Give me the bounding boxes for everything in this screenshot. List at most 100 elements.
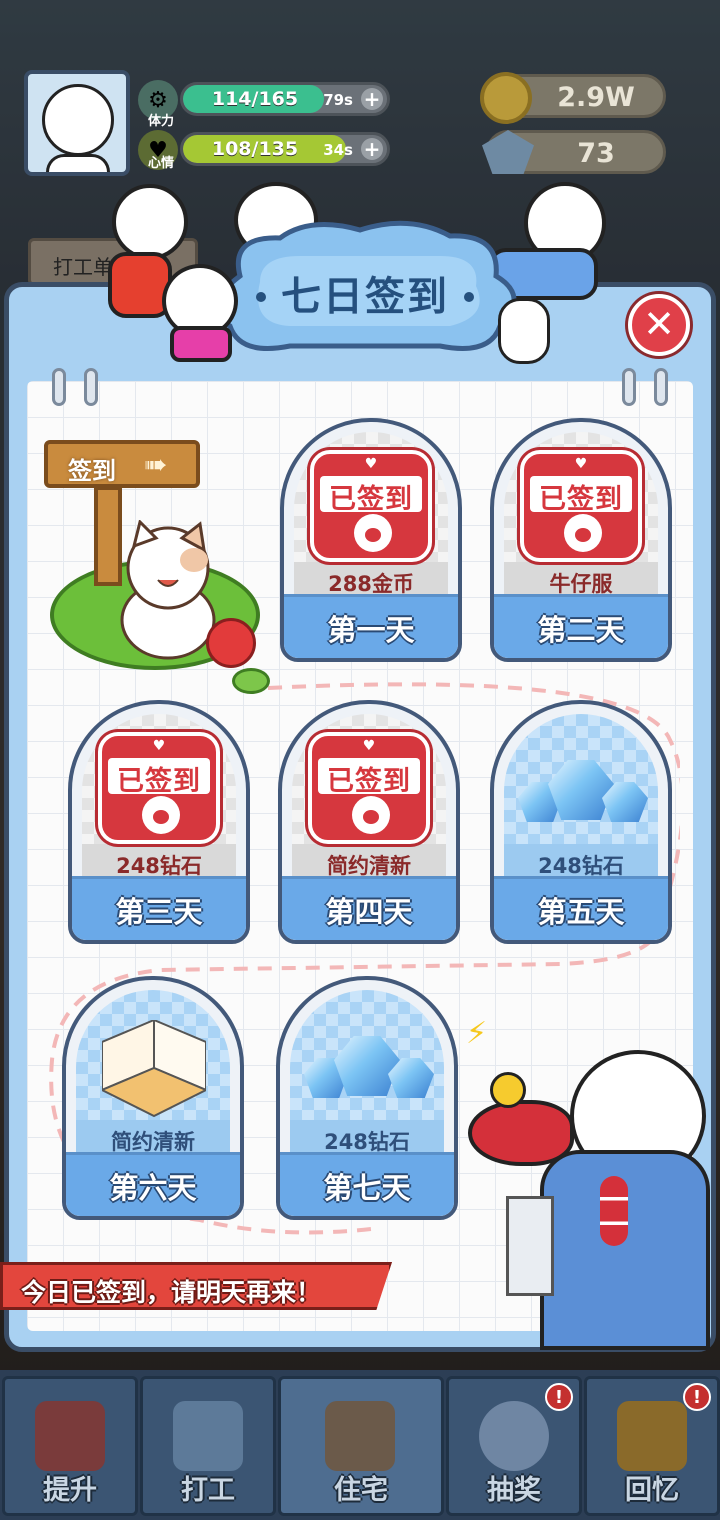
- signed-today-banner: 今日已签到，请明天再来！: [0, 1262, 392, 1310]
- day-card-7[interactable]: 248钻石 第七天: [276, 976, 458, 1220]
- nav-label: 打工: [181, 1475, 235, 1506]
- mood-caption: 心情: [148, 156, 175, 171]
- nav-tab-upgrade[interactable]: 提升: [2, 1376, 138, 1516]
- day-band: 第四天: [282, 876, 456, 940]
- chick-icon: [490, 1072, 526, 1108]
- nav-tab-home[interactable]: 住宅: [278, 1376, 444, 1516]
- stamp-label: 已签到: [329, 484, 413, 515]
- binder-ring: [622, 368, 636, 406]
- arrow-right-icon: ➠: [144, 448, 168, 481]
- signed-stamp-icon: ♥ 已签到: [520, 450, 642, 562]
- stamina-caption: 体力: [148, 114, 175, 129]
- binder-ring: [84, 368, 98, 406]
- room-theme-icon: [102, 1020, 206, 1118]
- nav-label: 回忆: [625, 1475, 679, 1506]
- day-label: 第四天: [325, 895, 413, 929]
- signed-stamp-icon: ♥ 已签到: [310, 450, 432, 562]
- signed-stamp-icon: ♥ 已签到: [308, 732, 430, 844]
- nav-label: 住宅: [334, 1475, 388, 1506]
- day-band: 第五天: [494, 876, 668, 940]
- heart-icon: ♥: [364, 456, 378, 472]
- diamond-icon: [334, 1036, 400, 1096]
- alert-badge: !: [545, 1383, 573, 1411]
- yarn-ball-icon: [206, 618, 256, 668]
- day-band: 第七天: [280, 1152, 454, 1216]
- avatar-face: [42, 84, 114, 156]
- nav-label: 提升: [43, 1475, 97, 1506]
- gem-value: 73: [577, 138, 615, 169]
- cat-sitting-icon: [498, 298, 550, 364]
- avatar-body: [46, 154, 110, 172]
- pink-shirt-body: [170, 326, 232, 362]
- day-band: 第六天: [66, 1152, 240, 1216]
- day-label: 第五天: [537, 895, 625, 929]
- paw-icon: [142, 796, 180, 834]
- paw-icon: [352, 796, 390, 834]
- day-card-1[interactable]: ♥ 已签到 288金币 第一天: [280, 418, 462, 662]
- day-label: 第二天: [537, 613, 625, 647]
- heart-icon: ♥: [574, 456, 588, 472]
- stamp-label: 已签到: [539, 484, 623, 515]
- binder-ring: [52, 368, 66, 406]
- heart-icon: ♥: [152, 738, 166, 754]
- close-icon: ✕: [643, 302, 675, 346]
- paw-icon: [564, 514, 602, 552]
- lightning-icon: ⚡: [466, 1016, 488, 1051]
- grass-patch-small: [232, 668, 270, 694]
- nav-tab-memories[interactable]: ! 回忆: [584, 1376, 720, 1516]
- day-label: 第一天: [327, 613, 415, 647]
- alert-badge: !: [683, 1383, 711, 1411]
- stamina-bar: 114/165 79s +: [180, 82, 390, 116]
- mood-plus-button[interactable]: +: [361, 138, 383, 160]
- dialog-title: 七日签到: [281, 274, 449, 320]
- paw-icon: [354, 514, 392, 552]
- heart-icon: ♥: [362, 738, 376, 754]
- day-card-4[interactable]: ♥ 已签到 简约清新 第四天: [278, 700, 460, 944]
- stamp-label: 已签到: [117, 766, 201, 797]
- stamp-label: 已签到: [327, 766, 411, 797]
- close-button[interactable]: ✕: [628, 294, 690, 356]
- nav-tab-lottery[interactable]: ! 抽奖: [446, 1376, 582, 1516]
- title-dot: [464, 292, 474, 302]
- diamond-pile-icon: [298, 1018, 438, 1108]
- diamond-pile-icon: [512, 742, 652, 832]
- gacha-icon: [479, 1401, 549, 1471]
- day-label: 第三天: [115, 895, 203, 929]
- character-red-shirt: [112, 184, 188, 260]
- stamina-timer: 79s: [323, 91, 353, 109]
- stamina-plus-button[interactable]: +: [361, 88, 383, 110]
- day-card-6[interactable]: 简约清新 第六天: [62, 976, 244, 1220]
- signed-stamp-icon: ♥ 已签到: [98, 732, 220, 844]
- day-label: 第六天: [109, 1171, 197, 1205]
- diamond-icon: [548, 760, 614, 820]
- wind-chime-tag-icon: [506, 1196, 554, 1296]
- title-cloud-label: 七日签到: [200, 216, 530, 366]
- day-band: 第二天: [494, 594, 668, 658]
- day-label: 第七天: [323, 1171, 411, 1205]
- stamina-value: 114/165: [211, 88, 299, 110]
- day-card-2[interactable]: ♥ 已签到 牛仔服 第二天: [490, 418, 672, 662]
- nav-label: 抽奖: [487, 1475, 541, 1506]
- signpost: 签到 ➠: [44, 440, 200, 488]
- signpost-label: 签到: [68, 457, 116, 485]
- day-band: 第三天: [72, 876, 246, 940]
- binder-ring: [654, 368, 668, 406]
- coin-value: 2.9W: [557, 82, 635, 113]
- banner-text: 今日已签到，请明天再来！: [21, 1278, 322, 1307]
- mascot-body: [540, 1150, 710, 1350]
- mood-timer: 34s: [323, 141, 353, 159]
- day-card-5[interactable]: 248钻石 第五天: [490, 700, 672, 944]
- house-icon: [325, 1401, 395, 1471]
- mood-value: 108/135: [211, 138, 299, 160]
- koi-fish-icon: [468, 1100, 574, 1166]
- nav-tab-work[interactable]: 打工: [140, 1376, 276, 1516]
- mood-bar: 108/135 34s +: [180, 132, 390, 166]
- day-card-3[interactable]: ♥ 已签到 248钻石 第三天: [68, 700, 250, 944]
- day-band: 第一天: [284, 594, 458, 658]
- candied-haws-icon: [600, 1176, 628, 1246]
- camera-icon: [617, 1401, 687, 1471]
- coin-icon: [480, 72, 532, 124]
- work-icon: [173, 1401, 243, 1471]
- player-avatar[interactable]: [24, 70, 130, 176]
- book-icon: [35, 1401, 105, 1471]
